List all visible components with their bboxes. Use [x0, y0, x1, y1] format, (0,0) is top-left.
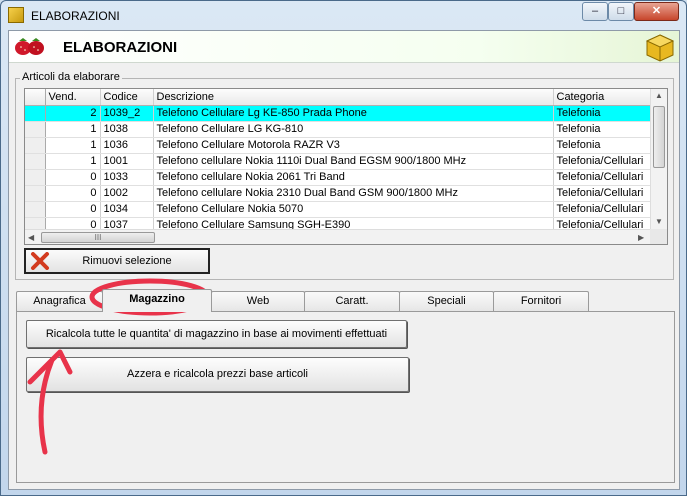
row-indicator	[25, 153, 46, 170]
remove-selection-label: Rimuovi selezione	[82, 255, 172, 267]
vertical-scrollbar[interactable]: ▲ ▼	[650, 89, 667, 229]
cell-vend[interactable]: 1	[45, 121, 101, 138]
tab-anagrafica[interactable]: Anagrafica	[16, 291, 103, 311]
row-indicator	[25, 201, 46, 218]
cell-codice[interactable]: 1038	[100, 121, 154, 138]
table-row[interactable]: 2 1039_2 Telefono Cellulare Lg KE-850 Prad…	[25, 105, 651, 122]
recalculate-stock-button[interactable]: Ricalcola tutte le quantita' di magazzin…	[26, 320, 407, 348]
cell-descrizione[interactable]: Telefono Cellulare Motorola RAZR V3	[153, 137, 554, 154]
cell-descrizione[interactable]: Telefono cellulare Nokia 1110i Dual Band…	[153, 153, 554, 170]
cell-codice[interactable]: 1001	[100, 153, 154, 170]
cell-categoria[interactable]: Telefonia	[553, 121, 651, 138]
articles-grid[interactable]: Vend. Codice Descrizione Categoria 2 1039…	[24, 88, 668, 245]
row-indicator-header	[25, 89, 46, 106]
client-area: ELABORAZIONI Articoli da elaborare Vend.…	[8, 30, 680, 490]
horizontal-scroll-thumb[interactable]: III	[41, 232, 155, 243]
cell-codice[interactable]: 1034	[100, 201, 154, 218]
cell-vend[interactable]: 0	[45, 169, 101, 186]
table-row[interactable]: 0 1002 Telefono cellulare Nokia 2310 Dual …	[25, 185, 651, 202]
tab-fornitori[interactable]: Fornitori	[493, 291, 589, 311]
cell-categoria[interactable]: Telefonia	[553, 137, 651, 154]
articles-group-label: Articoli da elaborare	[20, 71, 122, 83]
row-indicator	[25, 137, 46, 154]
row-indicator	[25, 121, 46, 138]
cell-vend[interactable]: 0	[45, 185, 101, 202]
table-header-row: Vend. Codice Descrizione Categoria	[25, 89, 651, 106]
cell-descrizione[interactable]: Telefono Cellulare Nokia 5070	[153, 201, 554, 218]
tab-web[interactable]: Web	[211, 291, 305, 311]
vertical-scroll-thumb[interactable]	[653, 106, 665, 168]
column-header-categoria[interactable]: Categoria	[553, 89, 651, 106]
maximize-button[interactable]: □	[608, 2, 634, 21]
row-indicator	[25, 185, 46, 202]
page-title: ELABORAZIONI	[63, 39, 178, 56]
cell-categoria[interactable]: Telefonia	[553, 105, 651, 122]
cell-descrizione[interactable]: Telefono Cellulare Lg KE-850 Prada Phone	[153, 105, 554, 122]
scroll-down-icon[interactable]: ▼	[655, 217, 663, 226]
cell-categoria[interactable]: Telefonia/Cellulari	[553, 201, 651, 218]
cell-codice[interactable]: 1036	[100, 137, 154, 154]
cell-descrizione[interactable]: Telefono cellulare Nokia 2310 Dual Band …	[153, 185, 554, 202]
articles-table: Vend. Codice Descrizione Categoria 2 1039…	[25, 89, 651, 234]
cell-vend[interactable]: 1	[45, 153, 101, 170]
cell-categoria[interactable]: Telefonia/Cellulari	[553, 153, 651, 170]
scroll-right-icon[interactable]: ▶	[638, 233, 644, 242]
tab-strip: Anagrafica Magazzino Web Caratt. Special…	[16, 289, 676, 312]
cell-codice[interactable]: 1033	[100, 169, 154, 186]
scroll-corner	[650, 229, 667, 244]
table-row[interactable]: 0 1034 Telefono Cellulare Nokia 5070 Telefo…	[25, 201, 651, 218]
box-icon	[645, 34, 675, 62]
cell-categoria[interactable]: Telefonia/Cellulari	[553, 185, 651, 202]
table-row[interactable]: 0 1033 Telefono cellulare Nokia 2061 Tri B…	[25, 169, 651, 186]
reset-base-prices-button[interactable]: Azzera e ricalcola prezzi base articoli	[26, 357, 409, 392]
column-header-codice[interactable]: Codice	[100, 89, 154, 106]
table-row[interactable]: 1 1038 Telefono Cellulare LG KG-810 Telefon…	[25, 121, 651, 138]
row-indicator	[25, 105, 46, 122]
close-button[interactable]: ✕	[634, 2, 679, 21]
tab-caratt[interactable]: Caratt.	[304, 291, 400, 311]
scroll-up-icon[interactable]: ▲	[655, 91, 663, 100]
row-indicator	[25, 169, 46, 186]
header-banner: ELABORAZIONI	[9, 31, 679, 63]
cell-vend[interactable]: 2	[45, 105, 101, 122]
cell-descrizione[interactable]: Telefono cellulare Nokia 2061 Tri Band	[153, 169, 554, 186]
minimize-button[interactable]: –	[582, 2, 608, 21]
table-row[interactable]: 1 1036 Telefono Cellulare Motorola RAZR V3…	[25, 137, 651, 154]
column-header-descrizione[interactable]: Descrizione	[153, 89, 554, 106]
remove-selection-button[interactable]: Rimuovi selezione	[24, 248, 210, 274]
tab-speciali[interactable]: Speciali	[399, 291, 494, 311]
cell-vend[interactable]: 0	[45, 201, 101, 218]
app-icon	[8, 7, 24, 23]
strawberry-icon	[15, 38, 44, 55]
scroll-left-icon[interactable]: ◀	[28, 233, 34, 242]
tab-magazzino[interactable]: Magazzino	[102, 289, 212, 312]
cell-categoria[interactable]: Telefonia/Cellulari	[553, 169, 651, 186]
cell-vend[interactable]: 1	[45, 137, 101, 154]
cell-codice[interactable]: 1039_2	[100, 105, 154, 122]
red-x-icon	[31, 252, 49, 270]
magazzino-tab-panel: Ricalcola tutte le quantita' di magazzin…	[16, 311, 675, 483]
window-title: ELABORAZIONI	[31, 9, 120, 23]
main-window: ELABORAZIONI – □ ✕ ELABORAZIONI Articoli…	[0, 0, 687, 496]
cell-descrizione[interactable]: Telefono Cellulare LG KG-810	[153, 121, 554, 138]
table-row[interactable]: 1 1001 Telefono cellulare Nokia 1110i Dual…	[25, 153, 651, 170]
cell-codice[interactable]: 1002	[100, 185, 154, 202]
horizontal-scrollbar[interactable]: ◀ III ▶	[25, 229, 650, 244]
column-header-vend[interactable]: Vend.	[45, 89, 101, 106]
title-bar[interactable]: ELABORAZIONI – □ ✕	[1, 1, 686, 29]
